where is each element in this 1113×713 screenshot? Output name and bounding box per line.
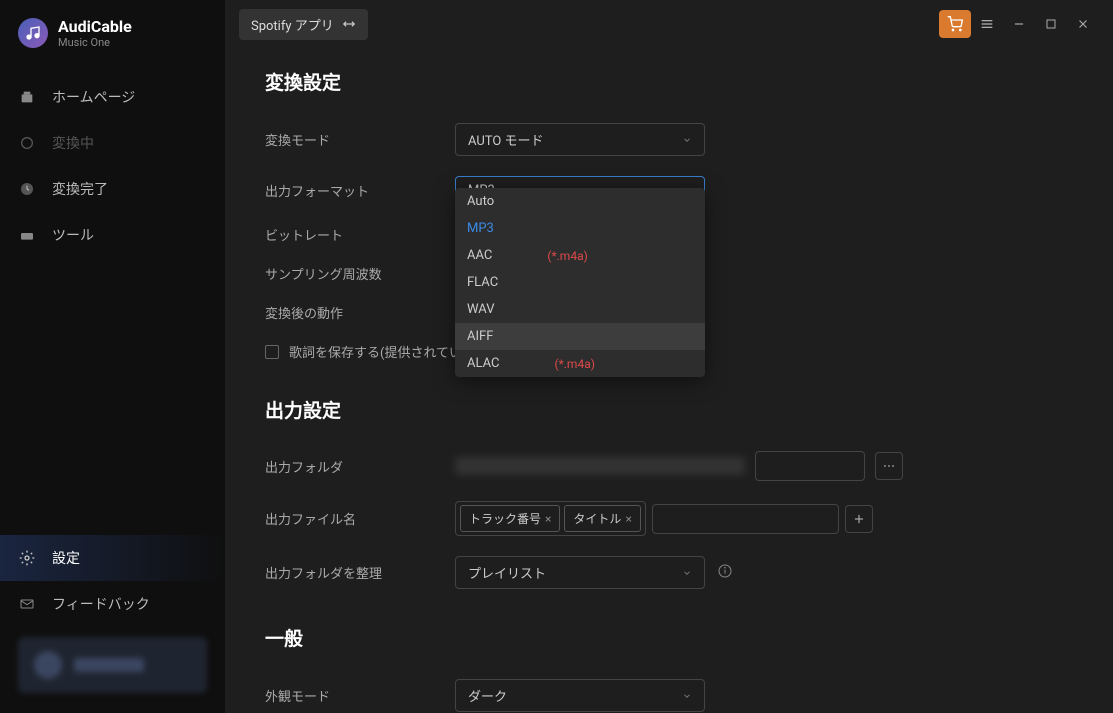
format-option-auto[interactable]: Auto xyxy=(455,188,705,215)
select-organize[interactable]: プレイリスト xyxy=(455,556,705,589)
nav-converted-label: 変換完了 xyxy=(52,179,108,199)
row-output-filename: 出力ファイル名 トラック番号 × タイトル × xyxy=(265,501,1073,536)
chevron-down-icon xyxy=(682,135,692,145)
nav-converting[interactable]: 変換中 xyxy=(0,120,225,166)
nav-converted[interactable]: 変換完了 xyxy=(0,166,225,212)
format-option-flac[interactable]: FLAC xyxy=(455,269,705,296)
label-appearance: 外観モード xyxy=(265,686,455,705)
nav-home-label: ホームページ xyxy=(52,87,135,107)
content: 変換設定 変換モード AUTO モード 出力フォーマット MP3 ビットレート … xyxy=(225,48,1113,713)
nav-feedback[interactable]: フィードバック xyxy=(0,581,225,627)
nav-tools-label: ツール xyxy=(52,225,94,245)
section-output-title: 出力設定 xyxy=(265,396,1073,423)
maximize-button[interactable] xyxy=(1035,10,1067,38)
nav-settings[interactable]: 設定 xyxy=(0,535,225,581)
info-icon[interactable] xyxy=(717,563,733,583)
select-convert-mode[interactable]: AUTO モード xyxy=(455,123,705,156)
select-appearance[interactable]: ダーク xyxy=(455,679,705,712)
label-organize: 出力フォルダを整理 xyxy=(265,563,455,582)
nav-converting-label: 変換中 xyxy=(52,133,94,153)
sidebar-user xyxy=(0,627,225,713)
chevron-down-icon xyxy=(682,691,692,701)
chevron-down-icon xyxy=(682,568,692,578)
add-tag-button[interactable] xyxy=(845,505,873,533)
format-option-alac[interactable]: ALAC (*.m4a) xyxy=(455,350,705,377)
label-save-lyrics: 歌詞を保存する(提供されてい xyxy=(289,342,462,361)
output-folder-path-blurred xyxy=(455,457,745,475)
username-blurred xyxy=(74,658,144,672)
format-option-mp3[interactable]: MP3 xyxy=(455,215,705,242)
topbar: Spotify アプリ xyxy=(225,0,1113,48)
close-button[interactable] xyxy=(1067,10,1099,38)
format-option-aiff[interactable]: AIFF xyxy=(455,323,705,350)
source-selector[interactable]: Spotify アプリ xyxy=(239,9,368,40)
tag-remove-track[interactable]: × xyxy=(545,512,551,526)
format-alac-ext: (*.m4a) xyxy=(554,357,594,371)
home-icon xyxy=(18,88,36,106)
source-label: Spotify アプリ xyxy=(251,15,334,34)
envelope-icon xyxy=(18,595,36,613)
select-appearance-value: ダーク xyxy=(468,686,507,705)
nav-tools[interactable]: ツール xyxy=(0,212,225,258)
avatar xyxy=(34,651,62,679)
select-convert-mode-value: AUTO モード xyxy=(468,130,544,149)
tag-remove-title[interactable]: × xyxy=(625,512,631,526)
nav-home[interactable]: ホームページ xyxy=(0,74,225,120)
app-title: AudiCable xyxy=(58,18,132,36)
cart-button[interactable] xyxy=(939,10,971,38)
section-conversion-title: 変換設定 xyxy=(265,68,1073,95)
section-general-title: 一般 xyxy=(265,624,1073,651)
menu-button[interactable] xyxy=(971,10,1003,38)
label-bitrate: ビットレート xyxy=(265,225,455,244)
label-output-filename: 出力ファイル名 xyxy=(265,509,455,528)
nav-feedback-label: フィードバック xyxy=(52,594,150,614)
tag-track-number[interactable]: トラック番号 × xyxy=(460,505,560,532)
label-after-convert: 変換後の動作 xyxy=(265,303,455,322)
minimize-button[interactable] xyxy=(1003,10,1035,38)
format-option-wav[interactable]: WAV xyxy=(455,296,705,323)
format-option-aac[interactable]: AAC (*.m4a) xyxy=(455,242,705,269)
browse-folder-button[interactable] xyxy=(875,452,903,480)
label-sample-rate: サンプリング周波数 xyxy=(265,264,455,283)
row-organize: 出力フォルダを整理 プレイリスト xyxy=(265,556,1073,589)
nav-bottom: 設定 フィードバック xyxy=(0,535,225,627)
row-convert-mode: 変換モード AUTO モード xyxy=(265,123,1073,156)
app-logo-icon xyxy=(18,18,48,48)
output-folder-input[interactable] xyxy=(755,451,865,481)
nav-settings-label: 設定 xyxy=(52,548,80,568)
app-header: AudiCable Music One xyxy=(0,18,225,74)
label-convert-mode: 変換モード xyxy=(265,130,455,149)
nav-list: ホームページ 変換中 変換完了 ツール xyxy=(0,74,225,535)
swap-icon xyxy=(342,17,356,31)
gear-icon xyxy=(18,549,36,567)
format-dropdown: Auto MP3 AAC (*.m4a) FLAC WAV AIFF ALAC … xyxy=(455,188,705,377)
loading-icon xyxy=(18,134,36,152)
tag-title[interactable]: タイトル × xyxy=(564,505,640,532)
sidebar: AudiCable Music One ホームページ 変換中 変換完了 xyxy=(0,0,225,713)
checkbox-save-lyrics[interactable] xyxy=(265,345,279,359)
select-organize-value: プレイリスト xyxy=(468,563,546,582)
format-aac-ext: (*.m4a) xyxy=(547,249,587,263)
user-card[interactable] xyxy=(18,637,207,693)
tools-icon xyxy=(18,226,36,244)
label-output-format: 出力フォーマット xyxy=(265,181,455,200)
clock-icon xyxy=(18,180,36,198)
row-output-folder: 出力フォルダ xyxy=(265,451,1073,481)
row-appearance: 外観モード ダーク xyxy=(265,679,1073,712)
filename-input[interactable] xyxy=(652,504,839,534)
main-area: Spotify アプリ 変換設定 変換モード AUTO モード xyxy=(225,0,1113,713)
app-subtitle: Music One xyxy=(58,36,132,49)
label-output-folder: 出力フォルダ xyxy=(265,457,455,476)
